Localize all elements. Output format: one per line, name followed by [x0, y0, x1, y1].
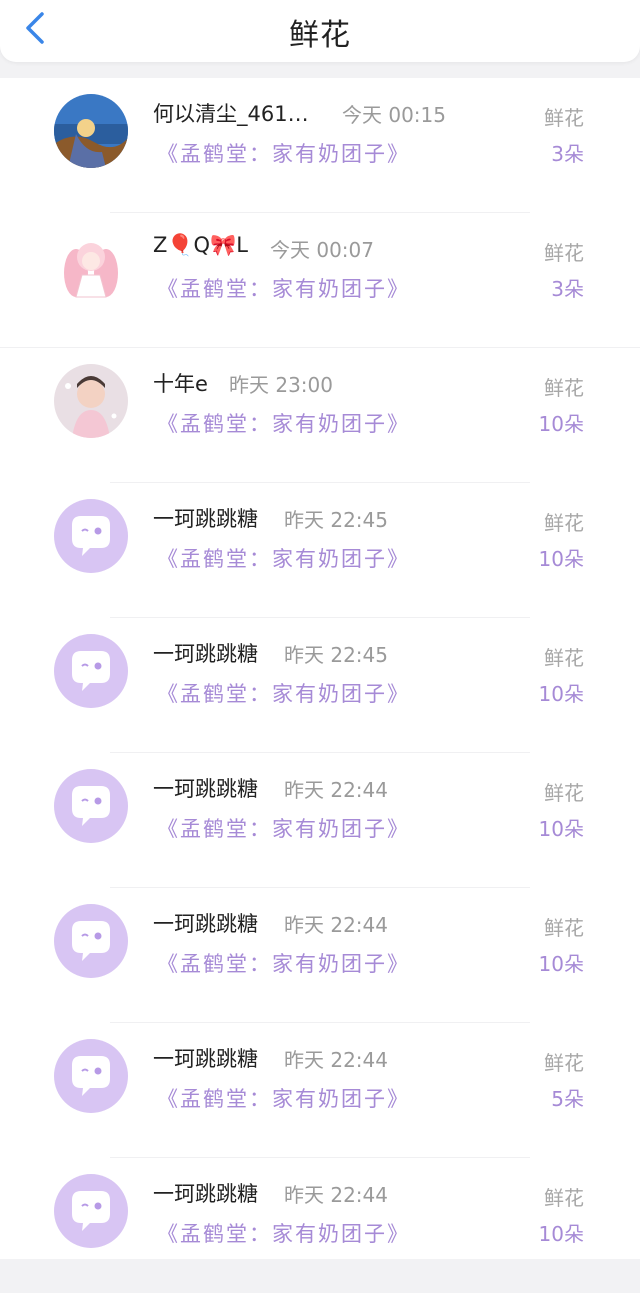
user-name: 一珂跳跳糖	[153, 507, 258, 531]
gift-count: 3朵	[551, 277, 584, 301]
book-title[interactable]: 《孟鹤堂：家有奶团子》	[157, 813, 410, 843]
avatar[interactable]	[54, 229, 128, 303]
gift-type: 鲜花	[544, 511, 584, 535]
avatar[interactable]	[54, 94, 128, 168]
gift-count: 10朵	[538, 952, 584, 976]
list-item[interactable]: 一珂跳跳糖 昨天 22:45 《孟鹤堂：家有奶团子》 鲜花 10朵	[0, 618, 640, 753]
gift-type: 鲜花	[544, 241, 584, 265]
gift-type: 鲜花	[544, 916, 584, 940]
gift-count: 5朵	[551, 1087, 584, 1111]
user-name: 何以清尘_461…	[153, 102, 309, 126]
default-avatar-icon[interactable]	[54, 904, 128, 978]
user-name: 一珂跳跳糖	[153, 1047, 258, 1071]
list-item[interactable]: 一珂跳跳糖 昨天 22:45 《孟鹤堂：家有奶团子》 鲜花 10朵	[0, 483, 640, 618]
gift-type: 鲜花	[544, 1051, 584, 1075]
user-name: Z🎈Q🎀L	[153, 233, 248, 257]
timestamp: 昨天 22:45	[284, 643, 388, 667]
timestamp: 昨天 22:44	[284, 1048, 388, 1072]
gift-count: 10朵	[538, 1222, 584, 1246]
gift-count: 10朵	[538, 547, 584, 571]
book-title[interactable]: 《孟鹤堂：家有奶团子》	[157, 1218, 410, 1248]
top-bar: 鲜花	[0, 0, 640, 62]
user-name: 一珂跳跳糖	[153, 777, 258, 801]
page-title: 鲜花	[289, 18, 351, 53]
book-title[interactable]: 《孟鹤堂：家有奶团子》	[157, 1083, 410, 1113]
gift-count: 3朵	[551, 142, 584, 166]
gift-count: 10朵	[538, 817, 584, 841]
default-avatar-icon[interactable]	[54, 1174, 128, 1248]
default-avatar-icon[interactable]	[54, 769, 128, 843]
book-title[interactable]: 《孟鹤堂：家有奶团子》	[157, 273, 410, 303]
list-item[interactable]: 一珂跳跳糖 昨天 22:44 《孟鹤堂：家有奶团子》 鲜花 10朵	[0, 1158, 640, 1293]
gift-type: 鲜花	[544, 781, 584, 805]
gift-count: 10朵	[538, 412, 584, 436]
list-item[interactable]: Z🎈Q🎀L 今天 00:07 《孟鹤堂：家有奶团子》 鲜花 3朵	[0, 213, 640, 348]
list-item[interactable]: 一珂跳跳糖 昨天 22:44 《孟鹤堂：家有奶团子》 鲜花 10朵	[0, 888, 640, 1023]
list-item[interactable]: 一珂跳跳糖 昨天 22:44 《孟鹤堂：家有奶团子》 鲜花 5朵	[0, 1023, 640, 1158]
gift-count: 10朵	[538, 682, 584, 706]
book-title[interactable]: 《孟鹤堂：家有奶团子》	[157, 678, 410, 708]
avatar[interactable]	[54, 364, 128, 438]
book-title[interactable]: 《孟鹤堂：家有奶团子》	[157, 543, 410, 573]
user-name: 一珂跳跳糖	[153, 912, 258, 936]
default-avatar-icon[interactable]	[54, 634, 128, 708]
timestamp: 今天 00:07	[270, 238, 374, 262]
gift-type: 鲜花	[544, 646, 584, 670]
gift-type: 鲜花	[544, 1186, 584, 1210]
timestamp: 昨天 22:44	[284, 1183, 388, 1207]
gift-type: 鲜花	[544, 376, 584, 400]
user-name: 十年e	[153, 372, 208, 396]
default-avatar-icon[interactable]	[54, 499, 128, 573]
book-title[interactable]: 《孟鹤堂：家有奶团子》	[157, 408, 410, 438]
book-title[interactable]: 《孟鹤堂：家有奶团子》	[157, 948, 410, 978]
timestamp: 昨天 22:45	[284, 508, 388, 532]
gift-type: 鲜花	[544, 106, 584, 130]
timestamp: 昨天 23:00	[229, 373, 333, 397]
flower-list: 何以清尘_461… 今天 00:15 《孟鹤堂：家有奶团子》 鲜花 3朵 Z🎈Q…	[0, 78, 640, 1259]
book-title[interactable]: 《孟鹤堂：家有奶团子》	[157, 138, 410, 168]
timestamp: 今天 00:15	[342, 103, 446, 127]
user-name: 一珂跳跳糖	[153, 642, 258, 666]
timestamp: 昨天 22:44	[284, 913, 388, 937]
list-item[interactable]: 何以清尘_461… 今天 00:15 《孟鹤堂：家有奶团子》 鲜花 3朵	[0, 78, 640, 213]
timestamp: 昨天 22:44	[284, 778, 388, 802]
list-item[interactable]: 一珂跳跳糖 昨天 22:44 《孟鹤堂：家有奶团子》 鲜花 10朵	[0, 753, 640, 888]
default-avatar-icon[interactable]	[54, 1039, 128, 1113]
user-name: 一珂跳跳糖	[153, 1182, 258, 1206]
list-item[interactable]: 十年e 昨天 23:00 《孟鹤堂：家有奶团子》 鲜花 10朵	[0, 348, 640, 483]
